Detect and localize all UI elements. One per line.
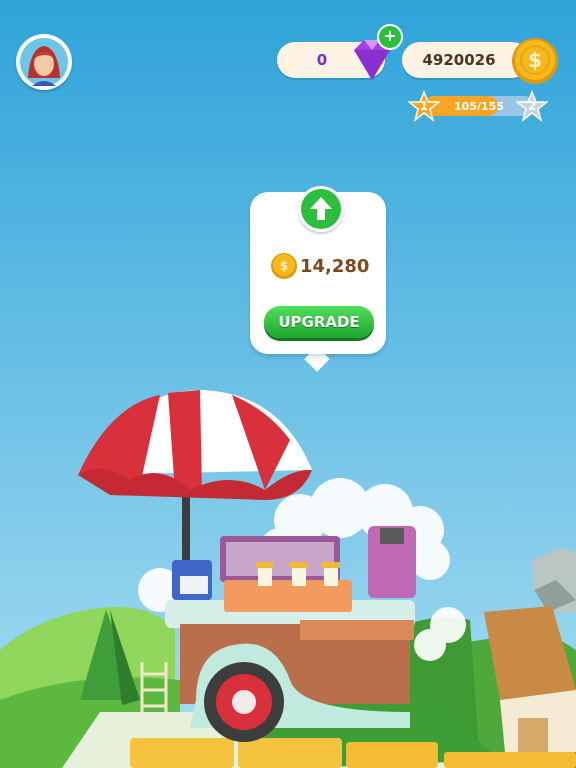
upgrade-button[interactable]: UPGRADE: [264, 306, 374, 338]
level-next: 2: [527, 99, 537, 113]
level-current: 1: [419, 99, 429, 113]
upgrade-arrow-badge: [298, 186, 344, 232]
player-avatar[interactable]: [16, 34, 72, 90]
plus-icon: +: [383, 26, 397, 45]
coin-count: 4920026: [422, 51, 496, 69]
svg-text:$: $: [280, 259, 288, 273]
add-gems-button[interactable]: +: [377, 24, 403, 50]
level-progress: 105/155 1 2: [408, 90, 548, 122]
coin-icon[interactable]: $: [510, 36, 560, 86]
upgrade-cost: 14,280: [300, 255, 370, 277]
avatar-icon: [20, 38, 68, 86]
arrow-up-icon: [310, 197, 332, 220]
svg-text:$: $: [528, 48, 542, 72]
coin-icon: $: [271, 253, 297, 279]
